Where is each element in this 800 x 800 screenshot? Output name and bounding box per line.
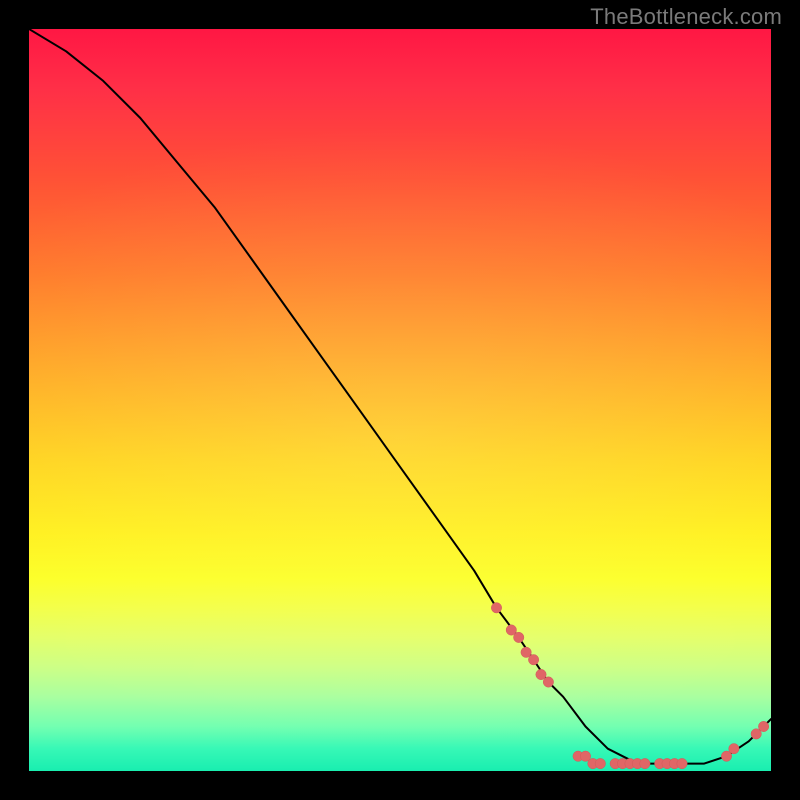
data-marker [514, 632, 524, 642]
marker-group [491, 603, 769, 769]
data-marker [677, 758, 687, 768]
chart-frame: TheBottleneck.com [0, 0, 800, 800]
data-marker [758, 721, 768, 731]
data-marker [491, 603, 501, 613]
data-marker [595, 758, 605, 768]
data-marker [729, 744, 739, 754]
chart-overlay [29, 29, 771, 771]
watermark-text: TheBottleneck.com [590, 4, 782, 30]
data-marker [528, 655, 538, 665]
data-marker [640, 758, 650, 768]
curve-line [29, 29, 771, 764]
data-marker [543, 677, 553, 687]
